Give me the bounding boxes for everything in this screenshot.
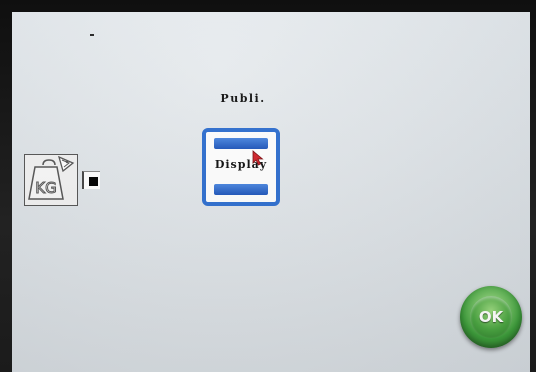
display-bar-top: [214, 138, 268, 149]
ok-label: OK: [478, 308, 504, 326]
ok-button-inner: OK: [470, 296, 512, 338]
weight-kg-button[interactable]: KG: [24, 154, 78, 206]
screen: Publi. Display KG OK: [12, 12, 530, 372]
page-title: Publi.: [220, 92, 266, 105]
mouse-cursor-icon: [252, 150, 264, 166]
kg-checkbox[interactable]: [82, 171, 100, 189]
weight-kg-icon: KG: [28, 155, 75, 200]
checkbox-mark: [89, 177, 98, 186]
ok-button[interactable]: OK: [460, 286, 522, 348]
display-bar-bottom: [214, 184, 268, 195]
kg-label: KG: [35, 179, 56, 197]
dash-mark: [90, 34, 94, 36]
display-label: Display: [214, 158, 268, 171]
display-button[interactable]: Display: [202, 128, 280, 206]
